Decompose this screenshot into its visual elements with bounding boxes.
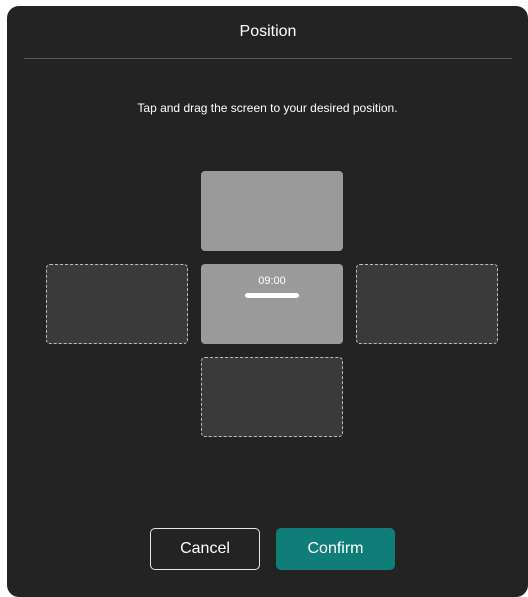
dialog-title: Position [239,23,297,40]
position-slot-left[interactable] [46,264,188,344]
position-slot-right[interactable] [356,264,498,344]
dialog-header: Position [24,6,512,59]
clock-underline [245,293,299,298]
instruction-text: Tap and drag the screen to your desired … [137,101,398,115]
clock-time: 09:00 [258,275,286,287]
position-slot-bottom[interactable] [201,357,343,437]
cancel-button[interactable]: Cancel [150,528,260,570]
position-dialog: Position Tap and drag the screen to your… [7,6,528,597]
position-slot-top[interactable] [201,171,343,251]
confirm-button[interactable]: Confirm [276,528,395,570]
position-slot-center[interactable]: 09:00 [201,264,343,344]
